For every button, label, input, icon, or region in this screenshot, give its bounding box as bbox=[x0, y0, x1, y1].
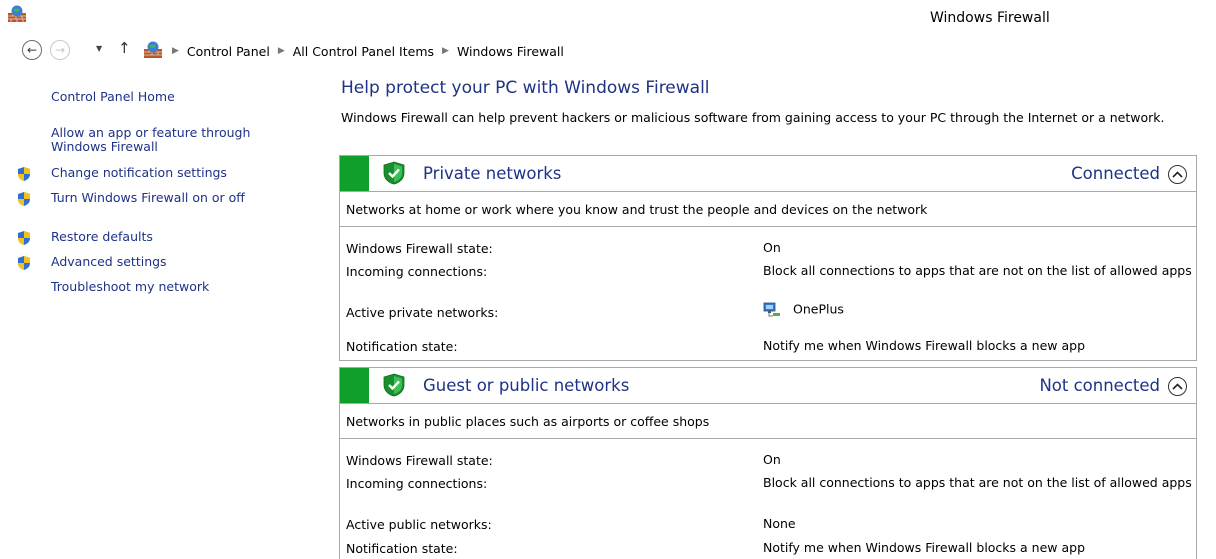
uac-shield-icon bbox=[18, 167, 30, 181]
arrow-left-icon: ← bbox=[26, 43, 38, 57]
up-arrow-icon[interactable]: ↑ bbox=[118, 39, 131, 57]
row-value: Block all connections to apps that are n… bbox=[763, 475, 1192, 490]
nav-item-label: Advanced settings bbox=[51, 254, 167, 269]
status-color-bar bbox=[340, 156, 369, 191]
allow-app-link[interactable]: Allow an app or feature through Windows … bbox=[51, 126, 281, 154]
row-value: Notify me when Windows Firewall blocks a… bbox=[763, 540, 1086, 555]
panel-description: Networks at home or work where you know … bbox=[340, 192, 1196, 227]
nav-item-label: Turn Windows Firewall on or off bbox=[51, 190, 245, 205]
turn-firewall-on-off-link[interactable]: Turn Windows Firewall on or off bbox=[16, 191, 276, 207]
public-networks-panel: Guest or public networks Not connected N… bbox=[339, 367, 1197, 559]
connection-status: Connected bbox=[1071, 164, 1160, 183]
row-label: Notification state: bbox=[346, 339, 458, 354]
network-icon bbox=[763, 302, 780, 317]
panel-header[interactable]: Private networks Connected bbox=[340, 156, 1196, 192]
row-value: On bbox=[763, 452, 781, 467]
advanced-settings-link[interactable]: Advanced settings bbox=[16, 255, 281, 271]
panel-description: Networks in public places such as airpor… bbox=[340, 404, 1196, 439]
breadcrumb-control-panel[interactable]: Control Panel bbox=[187, 44, 270, 59]
breadcrumb-separator-icon[interactable]: ▶ bbox=[442, 46, 449, 56]
firewall-icon bbox=[8, 5, 26, 22]
uac-shield-icon bbox=[18, 256, 30, 270]
breadcrumb-separator-icon[interactable]: ▶ bbox=[278, 46, 285, 56]
panel-header[interactable]: Guest or public networks Not connected bbox=[340, 368, 1196, 404]
row-label: Incoming connections: bbox=[346, 264, 488, 279]
breadcrumb-all-items[interactable]: All Control Panel Items bbox=[293, 44, 434, 59]
arrow-right-icon: → bbox=[54, 43, 66, 57]
breadcrumb-separator-icon[interactable]: ▶ bbox=[172, 46, 179, 56]
intro-text: Windows Firewall can help prevent hacker… bbox=[341, 110, 1165, 125]
row-label: Windows Firewall state: bbox=[346, 241, 493, 256]
troubleshoot-network-link[interactable]: Troubleshoot my network bbox=[51, 279, 209, 294]
firewall-icon bbox=[144, 41, 162, 58]
panel-title: Guest or public networks bbox=[423, 376, 630, 395]
back-button[interactable]: ← bbox=[22, 40, 42, 60]
row-value: Block all connections to apps that are n… bbox=[763, 263, 1192, 278]
nav-item-label: Restore defaults bbox=[51, 229, 153, 244]
control-panel-home-link[interactable]: Control Panel Home bbox=[51, 89, 175, 104]
uac-shield-icon bbox=[18, 192, 30, 206]
page-title: Help protect your PC with Windows Firewa… bbox=[341, 78, 710, 98]
row-value: On bbox=[763, 240, 781, 255]
row-label: Notification state: bbox=[346, 541, 458, 556]
nav-item-label: Change notification settings bbox=[51, 165, 227, 180]
forward-button[interactable]: → bbox=[50, 40, 70, 60]
breadcrumb-windows-firewall[interactable]: Windows Firewall bbox=[457, 44, 564, 59]
private-networks-panel: Private networks Connected Networks at h… bbox=[339, 155, 1197, 361]
row-label: Incoming connections: bbox=[346, 476, 488, 491]
recent-pages-chevron-icon[interactable]: ▼ bbox=[96, 44, 102, 53]
active-network-value: OnePlus bbox=[763, 302, 1193, 318]
collapse-button[interactable] bbox=[1168, 165, 1187, 184]
panel-title: Private networks bbox=[423, 164, 562, 183]
connection-status: Not connected bbox=[1039, 376, 1160, 395]
breadcrumb: ▶ Control Panel ▶ All Control Panel Item… bbox=[172, 40, 564, 62]
collapse-button[interactable] bbox=[1168, 377, 1187, 396]
change-notification-settings-link[interactable]: Change notification settings bbox=[16, 166, 281, 182]
network-name: OnePlus bbox=[793, 301, 844, 317]
window-title: Windows Firewall bbox=[930, 10, 1050, 26]
status-color-bar bbox=[340, 368, 369, 403]
green-shield-check-icon bbox=[383, 373, 405, 397]
address-bar: ← → ▼ ↑ ▶ Control Panel ▶ All Control Pa… bbox=[0, 38, 1216, 64]
uac-shield-icon bbox=[18, 231, 30, 245]
row-value: None bbox=[763, 516, 796, 531]
row-label: Active public networks: bbox=[346, 517, 492, 532]
chevron-up-icon bbox=[1172, 383, 1183, 390]
title-bar: Windows Firewall bbox=[0, 0, 1216, 32]
green-shield-check-icon bbox=[383, 161, 405, 185]
row-label: Windows Firewall state: bbox=[346, 453, 493, 468]
row-label: Active private networks: bbox=[346, 305, 499, 320]
row-value: Notify me when Windows Firewall blocks a… bbox=[763, 338, 1086, 353]
restore-defaults-link[interactable]: Restore defaults bbox=[16, 230, 281, 246]
chevron-up-icon bbox=[1172, 171, 1183, 178]
